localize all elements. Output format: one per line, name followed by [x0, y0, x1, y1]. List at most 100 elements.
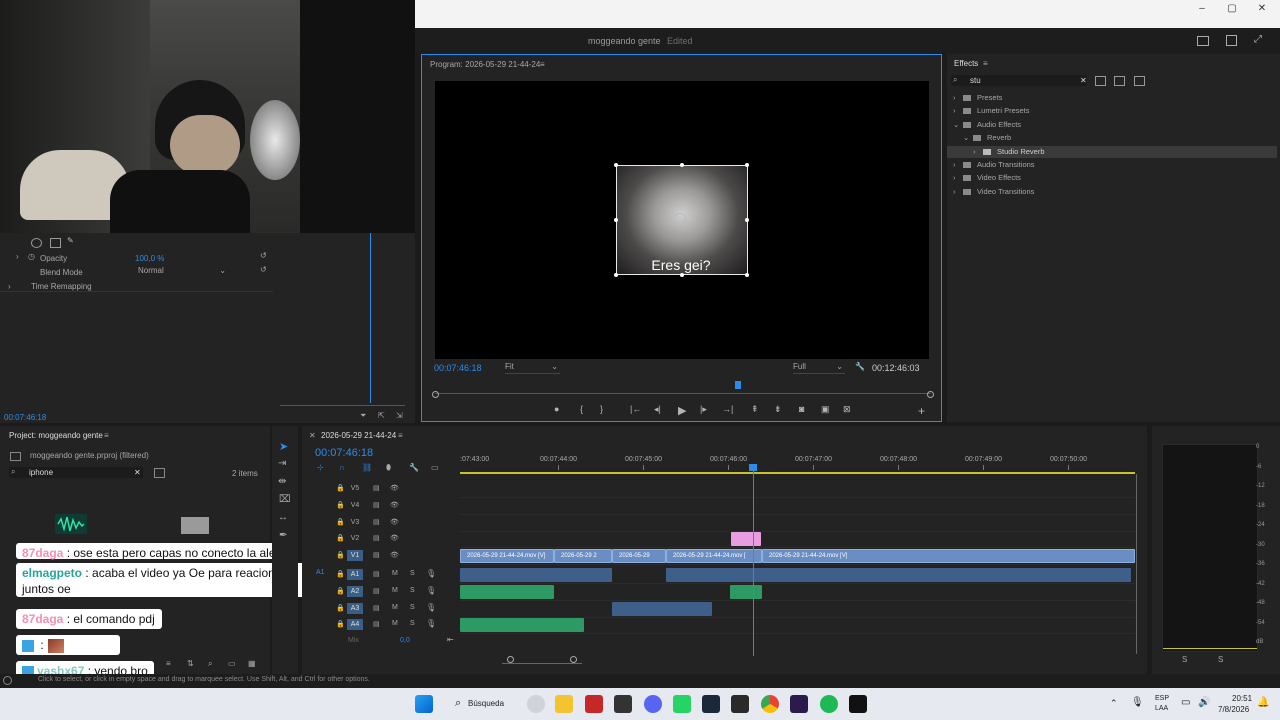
audio-clip-thumbnail[interactable]: [55, 514, 87, 534]
microphone-icon[interactable]: 🎙: [426, 586, 436, 595]
add-button-icon[interactable]: +: [918, 404, 925, 418]
timeline-playhead[interactable]: [749, 464, 757, 471]
clear-search-icon[interactable]: ✕: [134, 468, 141, 477]
app-icon[interactable]: [585, 695, 603, 713]
track-name[interactable]: V5: [347, 483, 363, 494]
effects-tree-item[interactable]: › Video Transitions: [947, 186, 1277, 198]
source-patch[interactable]: A1: [316, 569, 325, 576]
windows-start-icon[interactable]: [415, 695, 433, 713]
project-menu-icon[interactable]: ≡: [104, 431, 109, 440]
lock-icon[interactable]: 🔒: [336, 551, 345, 559]
effects-search-input[interactable]: ⌕ stu ✕: [951, 75, 1087, 86]
bin-folder-icon[interactable]: [181, 517, 209, 534]
lock-icon[interactable]: 🔒: [336, 620, 345, 628]
resize-handle[interactable]: [614, 273, 618, 277]
taskbar-search[interactable]: ⌕ Búsqueda: [447, 694, 521, 714]
track-name[interactable]: A1: [347, 569, 363, 580]
fit-dropdown[interactable]: Fit ⌄: [505, 362, 560, 374]
fullscreen-icon[interactable]: ⤢: [1254, 34, 1262, 45]
audio-clip-a2[interactable]: [460, 584, 554, 599]
resize-handle[interactable]: [680, 163, 684, 167]
blend-mode-dropdown[interactable]: Normal ⌄: [138, 266, 226, 276]
tiktok-icon[interactable]: [849, 695, 867, 713]
camera-icon[interactable]: ◙: [799, 404, 804, 414]
mute-button[interactable]: M: [392, 620, 398, 627]
resize-handle[interactable]: [745, 218, 749, 222]
workspace-icon[interactable]: [1197, 36, 1209, 46]
mix-value[interactable]: 0,0: [400, 637, 410, 644]
program-timecode[interactable]: 00:07:46:18: [434, 363, 482, 373]
selected-clip-frame[interactable]: Eres gei?: [614, 163, 749, 277]
export-icon[interactable]: ⇱: [378, 411, 385, 420]
find-icon[interactable]: ⌕: [208, 659, 212, 669]
chrome-icon[interactable]: [761, 695, 779, 713]
mute-button[interactable]: M: [392, 570, 398, 577]
opacity-value[interactable]: 100,0 %: [135, 254, 164, 263]
notifications-icon[interactable]: 🔔: [1257, 697, 1269, 708]
sequence-tab[interactable]: 2026-05-29 21-44-24: [321, 431, 396, 440]
effects-tree-item[interactable]: › Studio Reverb: [947, 145, 1277, 158]
track-name[interactable]: V1: [347, 550, 363, 562]
solo-button[interactable]: S: [410, 620, 415, 627]
captions-icon[interactable]: ▭: [431, 463, 439, 472]
nest-icon[interactable]: ⊹: [317, 463, 324, 472]
steam-icon[interactable]: [702, 695, 720, 713]
yuv-effects-icon[interactable]: [1134, 76, 1145, 86]
work-area-bar[interactable]: [460, 472, 1135, 474]
eye-icon[interactable]: 👁: [390, 518, 399, 526]
microphone-icon[interactable]: 🎙: [1131, 697, 1144, 708]
solo-button[interactable]: S: [410, 587, 415, 594]
share-icon[interactable]: [1226, 35, 1237, 46]
step-forward-icon[interactable]: |▸: [700, 404, 707, 415]
lock-icon[interactable]: 🔒: [336, 501, 345, 509]
clock-time[interactable]: 20:51: [1232, 694, 1252, 703]
lock-icon[interactable]: 🔒: [336, 587, 345, 595]
sync-lock-icon[interactable]: ▤: [373, 518, 380, 526]
eye-icon[interactable]: 👁: [390, 484, 399, 492]
ripple-edit-tool-icon[interactable]: ⇹: [278, 476, 286, 487]
lock-icon[interactable]: 🔒: [336, 484, 345, 492]
mute-button[interactable]: M: [392, 587, 398, 594]
effects-tree-item[interactable]: ⌄ Audio Effects: [947, 119, 1277, 131]
sync-lock-icon[interactable]: ▤: [373, 604, 380, 612]
audio-clip-a2[interactable]: [730, 584, 762, 599]
premiere-pro-icon[interactable]: [790, 695, 808, 713]
layout-code[interactable]: LAA: [1155, 705, 1168, 712]
minimize-button[interactable]: –: [1187, 2, 1217, 16]
zoom-handle-left[interactable]: [507, 656, 514, 663]
eye-icon[interactable]: 👁: [390, 551, 399, 559]
mix-end-icon[interactable]: ⇤: [447, 635, 454, 644]
file-explorer-icon[interactable]: [555, 695, 573, 713]
program-playhead[interactable]: [734, 381, 741, 389]
rectangle-mask-icon[interactable]: [50, 238, 61, 248]
program-menu-icon[interactable]: ≡: [540, 60, 545, 69]
lock-icon[interactable]: 🔒: [336, 570, 345, 578]
track-select-tool-icon[interactable]: ⇥: [278, 458, 286, 469]
timeline-timecode[interactable]: 00:07:46:18: [315, 447, 373, 459]
extract-icon[interactable]: ⇟: [774, 404, 782, 415]
epic-games-icon[interactable]: [731, 695, 749, 713]
scrubber-start-handle[interactable]: [432, 391, 439, 398]
sequence-menu-icon[interactable]: ≡: [398, 431, 403, 440]
effects-tree-item[interactable]: › Video Effects: [947, 172, 1277, 184]
program-scrubber[interactable]: [435, 393, 931, 394]
eye-icon[interactable]: 👁: [390, 501, 399, 509]
selection-tool-icon[interactable]: ➤: [279, 440, 288, 453]
go-to-out-icon[interactable]: →|: [722, 404, 733, 414]
timeline-vertical-scrollbar[interactable]: [1136, 474, 1137, 654]
expand-time-remap-icon[interactable]: ›: [8, 282, 11, 291]
timeline-playhead-line[interactable]: [753, 464, 754, 656]
effects-tree-item[interactable]: › Lumetri Presets: [947, 105, 1277, 117]
solo-button[interactable]: S: [410, 570, 415, 577]
microphone-icon[interactable]: 🎙: [426, 603, 436, 612]
microphone-icon[interactable]: 🎙: [426, 569, 436, 578]
video-clip-v1[interactable]: 2026-05-29 21-44-24.mov [: [666, 549, 762, 564]
new-item-icon[interactable]: ▦: [248, 659, 256, 668]
effects-tree-item[interactable]: › Presets: [947, 92, 1277, 104]
sync-lock-icon[interactable]: ▤: [373, 620, 380, 628]
close-sequence-icon[interactable]: ✕: [309, 431, 316, 440]
project-search-input[interactable]: ⌕ iphone ✕: [9, 467, 143, 478]
step-back-icon[interactable]: ◂|: [654, 404, 661, 415]
track-name[interactable]: V2: [347, 533, 363, 544]
clock-date[interactable]: 7/8/2026: [1218, 705, 1249, 714]
